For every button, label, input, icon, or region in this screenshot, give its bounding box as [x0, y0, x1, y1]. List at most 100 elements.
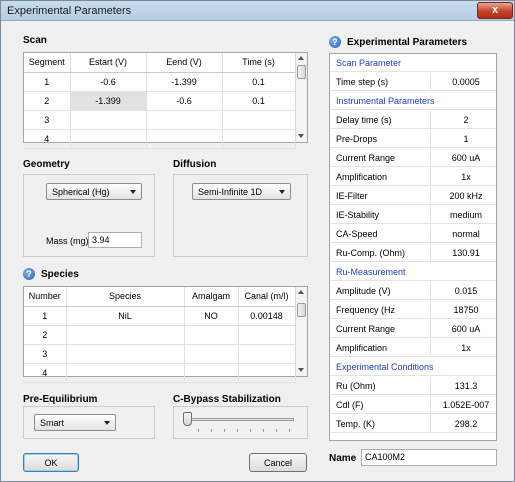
table-row[interactable]: 4: [24, 363, 296, 383]
table-row[interactable]: 1 -0.6 -1.399 0.1: [24, 72, 296, 92]
property-value[interactable]: 600 uA: [436, 153, 496, 163]
diffusion-select[interactable]: Semi-Infinite 1D: [192, 183, 291, 200]
table-cell[interactable]: [146, 129, 223, 149]
property-value[interactable]: 131.3: [436, 381, 496, 391]
pre-equilibrium-select[interactable]: Smart: [34, 414, 116, 431]
table-row[interactable]: 3: [24, 110, 296, 130]
slider-tick: [211, 429, 212, 432]
table-cell[interactable]: [70, 129, 147, 149]
property-row[interactable]: IE-Stability medium: [330, 206, 496, 224]
table-row[interactable]: 4: [24, 129, 296, 149]
slider-tick: [237, 429, 238, 432]
cbypass-slider-thumb[interactable]: [183, 412, 192, 426]
table-cell[interactable]: -1.399: [146, 72, 223, 92]
property-row[interactable]: Delay time (s) 2: [330, 111, 496, 129]
table-cell[interactable]: [238, 325, 296, 345]
property-value[interactable]: 1x: [436, 172, 496, 182]
property-row[interactable]: Temp. (K) 298.2: [330, 415, 496, 433]
property-value[interactable]: normal: [436, 229, 496, 239]
property-row[interactable]: Amplification 1x: [330, 339, 496, 357]
property-row[interactable]: Ru (Ohm) 131.3: [330, 377, 496, 395]
property-row[interactable]: CA-Speed normal: [330, 225, 496, 243]
property-row[interactable]: Amplification 1x: [330, 168, 496, 186]
scroll-down-icon[interactable]: [298, 134, 304, 138]
scroll-up-icon[interactable]: [298, 56, 304, 60]
property-row[interactable]: Current Range 600 uA: [330, 149, 496, 167]
cbypass-slider-track[interactable]: [184, 418, 294, 421]
table-row[interactable]: 3: [24, 344, 296, 364]
property-group-header: Scan Parameter: [330, 54, 496, 72]
property-value[interactable]: 200 kHz: [436, 191, 496, 201]
table-cell[interactable]: [222, 110, 296, 130]
table-cell-selected[interactable]: -1.399: [70, 91, 147, 111]
cancel-button[interactable]: Cancel: [249, 453, 307, 472]
table-row[interactable]: 1 NiL NO 0.00148: [24, 306, 296, 326]
property-value[interactable]: 130.91: [436, 248, 496, 258]
table-row[interactable]: 2 -1.399 -0.6 0.1: [24, 91, 296, 111]
scroll-thumb[interactable]: [297, 65, 306, 79]
property-row[interactable]: Current Range 600 uA: [330, 320, 496, 338]
table-cell[interactable]: NiL: [66, 306, 185, 326]
diffusion-select-value: Semi-Infinite 1D: [198, 187, 263, 197]
property-row[interactable]: Cdl (F) 1.052E-007: [330, 396, 496, 414]
property-row[interactable]: Amplitude (V) 0.015: [330, 282, 496, 300]
property-value[interactable]: 0.015: [436, 286, 496, 296]
experimental-help-icon[interactable]: ?: [329, 36, 341, 48]
scan-scrollbar[interactable]: [295, 53, 307, 142]
property-row[interactable]: Ru-Comp. (Ohm) 130.91: [330, 244, 496, 262]
scan-label: Scan: [23, 35, 47, 46]
table-cell[interactable]: [184, 325, 239, 345]
scan-table[interactable]: Segment Estart (V) Eend (V) Time (s) 1 -…: [23, 52, 308, 149]
table-cell[interactable]: 0.1: [222, 72, 296, 92]
species-help-icon[interactable]: ?: [23, 268, 35, 280]
table-cell[interactable]: [146, 110, 223, 130]
property-divider: [430, 149, 431, 167]
table-cell[interactable]: 0.1: [222, 91, 296, 111]
species-table[interactable]: Number Species Amalgam Canal (m/l) 1 NiL…: [23, 286, 308, 383]
mass-input[interactable]: 3.94: [88, 232, 142, 248]
table-cell[interactable]: [238, 344, 296, 364]
property-divider: [430, 168, 431, 186]
table-cell[interactable]: -0.6: [146, 91, 223, 111]
scroll-up-icon[interactable]: [298, 290, 304, 294]
property-key: Current Range: [336, 324, 396, 334]
table-cell[interactable]: NO: [184, 306, 239, 326]
property-value[interactable]: medium: [436, 210, 496, 220]
table-cell[interactable]: [70, 110, 147, 130]
experimental-parameters-grid[interactable]: Scan Parameter Time step (s) 0.0005 Instrum…: [329, 53, 497, 441]
table-cell[interactable]: [184, 344, 239, 364]
property-row[interactable]: Time step (s) 0.0005: [330, 73, 496, 91]
table-cell[interactable]: [222, 129, 296, 149]
property-value[interactable]: 1x: [436, 343, 496, 353]
species-header-row: Number Species Amalgam Canal (m/l): [24, 287, 296, 307]
table-cell[interactable]: [184, 363, 239, 383]
name-input[interactable]: CA100M2: [361, 449, 497, 466]
property-value[interactable]: 0.0005: [436, 77, 496, 87]
ok-button[interactable]: OK: [23, 453, 79, 472]
property-divider: [430, 130, 431, 148]
table-row[interactable]: 2: [24, 325, 296, 345]
table-cell[interactable]: [66, 344, 185, 364]
table-cell[interactable]: -0.6: [70, 72, 147, 92]
property-row[interactable]: IE-Filter 200 kHz: [330, 187, 496, 205]
property-row[interactable]: Pre-Drops 1: [330, 130, 496, 148]
close-button[interactable]: x: [477, 2, 513, 19]
table-cell[interactable]: [66, 325, 185, 345]
scroll-thumb[interactable]: [297, 303, 306, 317]
column-header-canal: Canal (m/l): [238, 287, 296, 307]
property-divider: [430, 206, 431, 224]
property-value[interactable]: 18750: [436, 305, 496, 315]
table-cell[interactable]: 0.00148: [238, 306, 296, 326]
property-value[interactable]: 600 uA: [436, 324, 496, 334]
species-scrollbar[interactable]: [295, 287, 307, 376]
property-value[interactable]: 1: [436, 134, 496, 144]
scroll-down-icon[interactable]: [298, 368, 304, 372]
slider-tick: [250, 429, 251, 432]
property-value[interactable]: 1.052E-007: [436, 400, 496, 410]
table-cell[interactable]: [66, 363, 185, 383]
property-value[interactable]: 2: [436, 115, 496, 125]
property-row[interactable]: Frequency (Hz 18750: [330, 301, 496, 319]
property-value[interactable]: 298.2: [436, 419, 496, 429]
geometry-select[interactable]: Spherical (Hg): [46, 183, 142, 200]
table-cell[interactable]: [238, 363, 296, 383]
